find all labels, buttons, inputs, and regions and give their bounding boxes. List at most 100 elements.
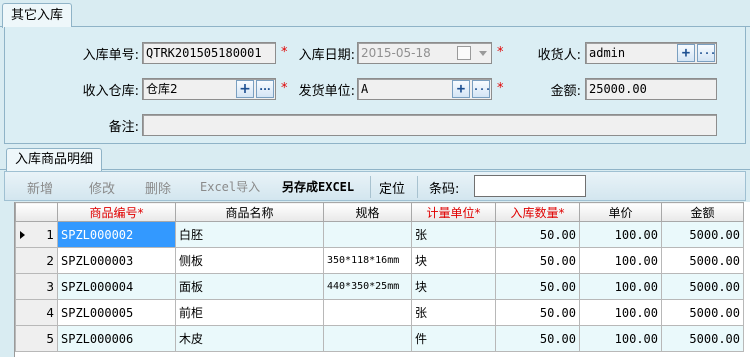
cell-spec[interactable]: 350*118*16mm <box>323 247 412 274</box>
detail-toolbar: 新增 修改 删除 Excel导入 另存成EXCEL 定位 条码: <box>4 171 746 201</box>
supplier-value: A <box>361 82 369 96</box>
column-header[interactable]: 单价 <box>579 202 662 222</box>
warehouse-required-mark: * <box>281 81 288 96</box>
warehouse-add-button[interactable]: + <box>236 80 254 98</box>
remark-field[interactable] <box>142 114 717 136</box>
cell-spec[interactable]: 440*350*25mm <box>323 273 412 300</box>
cell-unit[interactable]: 件 <box>411 325 496 352</box>
row-indicator[interactable]: 5 <box>15 325 58 352</box>
tab-other-inbound[interactable]: 其它入库 <box>2 3 73 28</box>
column-header[interactable]: 商品名称 <box>175 202 324 222</box>
edit-button[interactable]: 修改 <box>89 178 115 197</box>
excel-import-button[interactable]: Excel导入 <box>200 178 260 195</box>
warehouse-value: 仓库2 <box>146 82 178 96</box>
cell-code[interactable]: SPZL000005 <box>57 299 176 326</box>
header-form: 入库单号: QTRK201505180001 * 入库日期: 2015-05-1… <box>4 27 746 144</box>
cell-amount[interactable]: 5000.00 <box>661 221 744 248</box>
column-header[interactable]: 商品编号* <box>57 202 176 222</box>
cell-qty[interactable]: 50.00 <box>495 221 580 248</box>
receiver-label: 收货人: <box>537 48 581 63</box>
barcode-input[interactable] <box>474 175 586 197</box>
chevron-down-icon[interactable] <box>479 51 487 56</box>
cell-name[interactable]: 侧板 <box>175 247 324 274</box>
order-no-label: 入库单号: <box>82 48 139 63</box>
row-index: 5 <box>46 331 54 346</box>
supplier-field[interactable]: A + ... <box>357 78 492 100</box>
date-value: 2015-05-18 <box>361 46 431 60</box>
cell-code[interactable]: SPZL000002 <box>57 221 176 248</box>
cell-unit[interactable]: 张 <box>411 299 496 326</box>
cell-price[interactable]: 100.00 <box>579 325 662 352</box>
amount-field[interactable]: 25000.00 <box>585 78 717 100</box>
row-indicator[interactable]: 3 <box>15 273 58 300</box>
cell-spec[interactable] <box>323 221 412 248</box>
cell-name[interactable]: 前柜 <box>175 299 324 326</box>
row-header-corner <box>15 202 58 222</box>
cell-unit[interactable]: 块 <box>411 247 496 274</box>
table-row[interactable]: 5 SPZL000006 木皮 件 50.00 100.00 5000.00 <box>15 325 744 352</box>
locate-button[interactable]: 定位 <box>379 178 405 197</box>
row-index: 3 <box>46 279 54 294</box>
remark-label: 备注: <box>108 120 139 135</box>
cell-amount[interactable]: 5000.00 <box>661 247 744 274</box>
tab-inbound-details[interactable]: 入库商品明细 <box>6 148 103 171</box>
cell-code[interactable]: SPZL000006 <box>57 325 176 352</box>
column-header[interactable]: 计量单位* <box>411 202 496 222</box>
cell-qty[interactable]: 50.00 <box>495 247 580 274</box>
barcode-label: 条码: <box>429 182 460 197</box>
column-header[interactable]: 金额 <box>661 202 744 222</box>
table-header-row: 商品编号* 商品名称 规格 计量单位* 入库数量* 单价 金额 <box>15 202 744 222</box>
cell-price[interactable]: 100.00 <box>579 273 662 300</box>
delete-button[interactable]: 删除 <box>145 178 171 197</box>
top-tab-strip: 其它入库 <box>0 0 750 28</box>
cell-amount[interactable]: 5000.00 <box>661 273 744 300</box>
supplier-add-button[interactable]: + <box>452 80 470 98</box>
date-field[interactable]: 2015-05-18 <box>357 42 492 64</box>
date-required-mark: * <box>497 45 504 60</box>
cell-name[interactable]: 面板 <box>175 273 324 300</box>
date-label: 入库日期: <box>298 48 355 63</box>
table-row[interactable]: 1 SPZL000002 白胚 张 50.00 100.00 5000.00 <box>15 221 744 248</box>
cell-qty[interactable]: 50.00 <box>495 325 580 352</box>
row-indicator[interactable]: 1 <box>15 221 58 248</box>
table-row[interactable]: 4 SPZL000005 前柜 张 50.00 100.00 5000.00 <box>15 299 744 326</box>
row-index: 4 <box>46 305 54 320</box>
warehouse-field[interactable]: 仓库2 + ... <box>142 78 276 100</box>
detail-grid: 商品编号* 商品名称 规格 计量单位* 入库数量* 单价 金额 1 SPZL00… <box>14 202 750 357</box>
cell-unit[interactable]: 块 <box>411 273 496 300</box>
new-button[interactable]: 新增 <box>27 178 53 197</box>
row-index: 2 <box>46 253 54 268</box>
row-indicator[interactable]: 4 <box>15 299 58 326</box>
receiver-more-button[interactable]: ... <box>697 44 716 62</box>
cell-name[interactable]: 木皮 <box>175 325 324 352</box>
cell-name[interactable]: 白胚 <box>175 221 324 248</box>
cell-unit[interactable]: 张 <box>411 221 496 248</box>
toolbar-separator <box>370 176 371 198</box>
table-row[interactable]: 2 SPZL000003 侧板 350*118*16mm 块 50.00 100… <box>15 247 744 274</box>
cell-spec[interactable] <box>323 325 412 352</box>
warehouse-more-button[interactable]: ... <box>256 80 274 98</box>
column-header[interactable]: 规格 <box>323 202 412 222</box>
supplier-more-button[interactable]: ... <box>472 80 491 98</box>
cell-price[interactable]: 100.00 <box>579 221 662 248</box>
cell-price[interactable]: 100.00 <box>579 299 662 326</box>
cell-code[interactable]: SPZL000003 <box>57 247 176 274</box>
row-indicator[interactable]: 2 <box>15 247 58 274</box>
amount-label: 金额: <box>550 84 581 99</box>
cell-qty[interactable]: 50.00 <box>495 273 580 300</box>
save-excel-button[interactable]: 另存成EXCEL <box>282 178 354 195</box>
cell-amount[interactable]: 5000.00 <box>661 299 744 326</box>
cell-qty[interactable]: 50.00 <box>495 299 580 326</box>
table-row[interactable]: 3 SPZL000004 面板 440*350*25mm 块 50.00 100… <box>15 273 744 300</box>
column-header[interactable]: 入库数量* <box>495 202 580 222</box>
order-no-field[interactable]: QTRK201505180001 <box>142 42 276 64</box>
row-index: 1 <box>46 227 54 242</box>
cell-code[interactable]: SPZL000004 <box>57 273 176 300</box>
cell-spec[interactable] <box>323 299 412 326</box>
supplier-required-mark: * <box>497 81 504 96</box>
cell-amount[interactable]: 5000.00 <box>661 325 744 352</box>
calendar-icon[interactable] <box>457 46 471 60</box>
receiver-field[interactable]: admin + ... <box>585 42 717 64</box>
receiver-add-button[interactable]: + <box>677 44 695 62</box>
cell-price[interactable]: 100.00 <box>579 247 662 274</box>
